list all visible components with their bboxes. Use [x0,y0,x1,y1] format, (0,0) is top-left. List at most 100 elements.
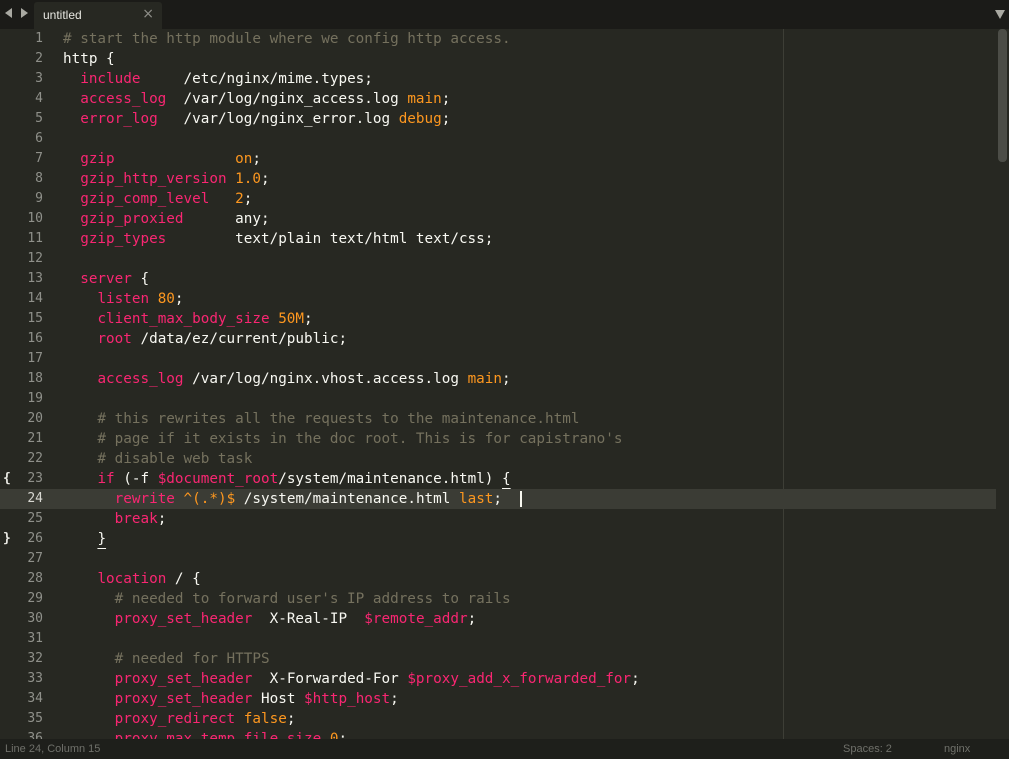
code-line[interactable]: 25 break; [0,509,996,529]
scrollbar-thumb[interactable] [998,29,1007,162]
arrow-left-icon[interactable] [5,8,12,18]
code-token: rewrite [114,491,175,507]
code-line[interactable]: 7 gzip on; [0,149,996,169]
fold-marker-icon[interactable]: { [3,469,11,489]
code-line[interactable]: 23{ if (-f $document_root/system/mainten… [0,469,996,489]
code-line[interactable]: 31 [0,629,996,649]
indentation-setting[interactable]: Spaces: 2 [843,739,892,759]
code-token: listen [97,291,150,307]
code-token: /var/log/nginx_error.log [157,111,399,127]
code-token: ; [441,91,451,107]
code-line[interactable]: 18 access_log /var/log/nginx.vhost.acces… [0,369,996,389]
line-number: 2 [35,51,43,66]
code-line[interactable]: 29 # needed to forward user's IP address… [0,589,996,609]
code-line[interactable]: 26} } [0,529,996,549]
code-text: proxy_max_temp_file_size 0; [63,729,347,739]
code-line[interactable]: 35 proxy_redirect false; [0,709,996,729]
code-line[interactable]: 32 # needed for HTTPS [0,649,996,669]
code-line[interactable]: 27 [0,549,996,569]
code-line[interactable]: 28 location / { [0,569,996,589]
code-line[interactable]: 13 server { [0,269,996,289]
code-token: ; [390,691,399,707]
code-token: main [407,91,442,107]
code-token: ; [338,731,348,739]
line-number: 36 [27,731,43,739]
code-text: # needed for HTTPS [63,649,270,669]
code-line[interactable]: 3 include /etc/nginx/mime.types; [0,69,996,89]
code-line[interactable]: 10 gzip_proxied any; [0,209,996,229]
code-line[interactable]: 1 # start the http module where we config… [0,29,996,49]
status-bar: Line 24, Column 15 Spaces: 2 nginx [0,739,1009,759]
code-text: # page if it exists in the doc root. Thi… [63,429,622,449]
code-text: proxy_redirect false; [63,709,296,729]
code-line[interactable]: 17 [0,349,996,369]
code-token: ; [157,511,167,527]
code-token: ^(.*)$ [183,491,236,507]
fold-marker-icon[interactable]: } [3,529,11,549]
line-number: 9 [35,191,43,206]
code-token: /system/maintenance.html) [278,471,503,487]
code-line[interactable]: 4 access_log /var/log/nginx_access.log m… [0,89,996,109]
line-number: 27 [27,551,43,566]
code-line[interactable]: 33 proxy_set_header X-Forwarded-For $pro… [0,669,996,689]
code-line[interactable]: 16 root /data/ez/current/public; [0,329,996,349]
code-line[interactable]: 21 # page if it exists in the doc root. … [0,429,996,449]
code-text: access_log /var/log/nginx_access.log mai… [63,89,450,109]
code-text: listen 80; [63,289,183,309]
code-token: gzip_types [80,231,167,247]
line-number: 22 [27,451,43,466]
code-line[interactable]: 2 http { [0,49,996,69]
close-icon[interactable]: × [142,6,154,22]
code-token: include [80,71,141,87]
code-line[interactable]: 36 proxy_max_temp_file_size 0; [0,729,996,739]
code-line[interactable]: 11 gzip_types text/plain text/html text/… [0,229,996,249]
code-text: location / { [63,569,200,589]
code-line[interactable]: 6 [0,129,996,149]
syntax-mode[interactable]: nginx [944,739,970,759]
code-line[interactable]: 34 proxy_set_header Host $http_host; [0,689,996,709]
code-text: http { [63,49,115,69]
line-number: 6 [35,131,43,146]
code-line[interactable]: 24 rewrite ^(.*)$ /system/maintenance.ht… [0,489,996,509]
code-token: { [131,271,150,287]
code-line[interactable]: 12 [0,249,996,269]
code-token: # needed for HTTPS [63,651,270,667]
code-line[interactable]: 22 # disable web task [0,449,996,469]
line-number: 15 [27,311,43,326]
tab-nav [3,6,33,24]
line-number: 10 [27,211,43,226]
code-line[interactable]: 8 gzip_http_version 1.0; [0,169,996,189]
code-line[interactable]: 5 error_log /var/log/nginx_error.log deb… [0,109,996,129]
code-token: ; [467,611,477,627]
code-token: text/plain text/html text/css; [166,231,494,247]
line-number: 20 [27,411,43,426]
code-text: error_log /var/log/nginx_error.log debug… [63,109,450,129]
chevron-down-icon[interactable] [995,10,1005,19]
code-token: $proxy_add_x_forwarded_for [407,671,632,687]
tab-untitled[interactable]: untitled × [34,2,162,29]
code-line[interactable]: 15 client_max_body_size 50M; [0,309,996,329]
code-line[interactable]: 20 # this rewrites all the requests to t… [0,409,996,429]
line-number: 19 [27,391,43,406]
code-token: 80 [157,291,175,307]
code-editor[interactable]: 1 # start the http module where we config… [0,29,996,739]
code-token: main [467,371,502,387]
code-line[interactable]: 9 gzip_comp_level 2; [0,189,996,209]
code-text: proxy_set_header X-Real-IP $remote_addr; [63,609,477,629]
title-bar: untitled × [0,0,1009,29]
code-line[interactable]: 19 [0,389,996,409]
code-line[interactable]: 30 proxy_set_header X-Real-IP $remote_ad… [0,609,996,629]
arrow-right-icon[interactable] [21,8,28,18]
line-number: 25 [27,511,43,526]
code-token: ; [286,711,296,727]
code-token: $document_root [157,471,279,487]
code-line[interactable]: 14 listen 80; [0,289,996,309]
